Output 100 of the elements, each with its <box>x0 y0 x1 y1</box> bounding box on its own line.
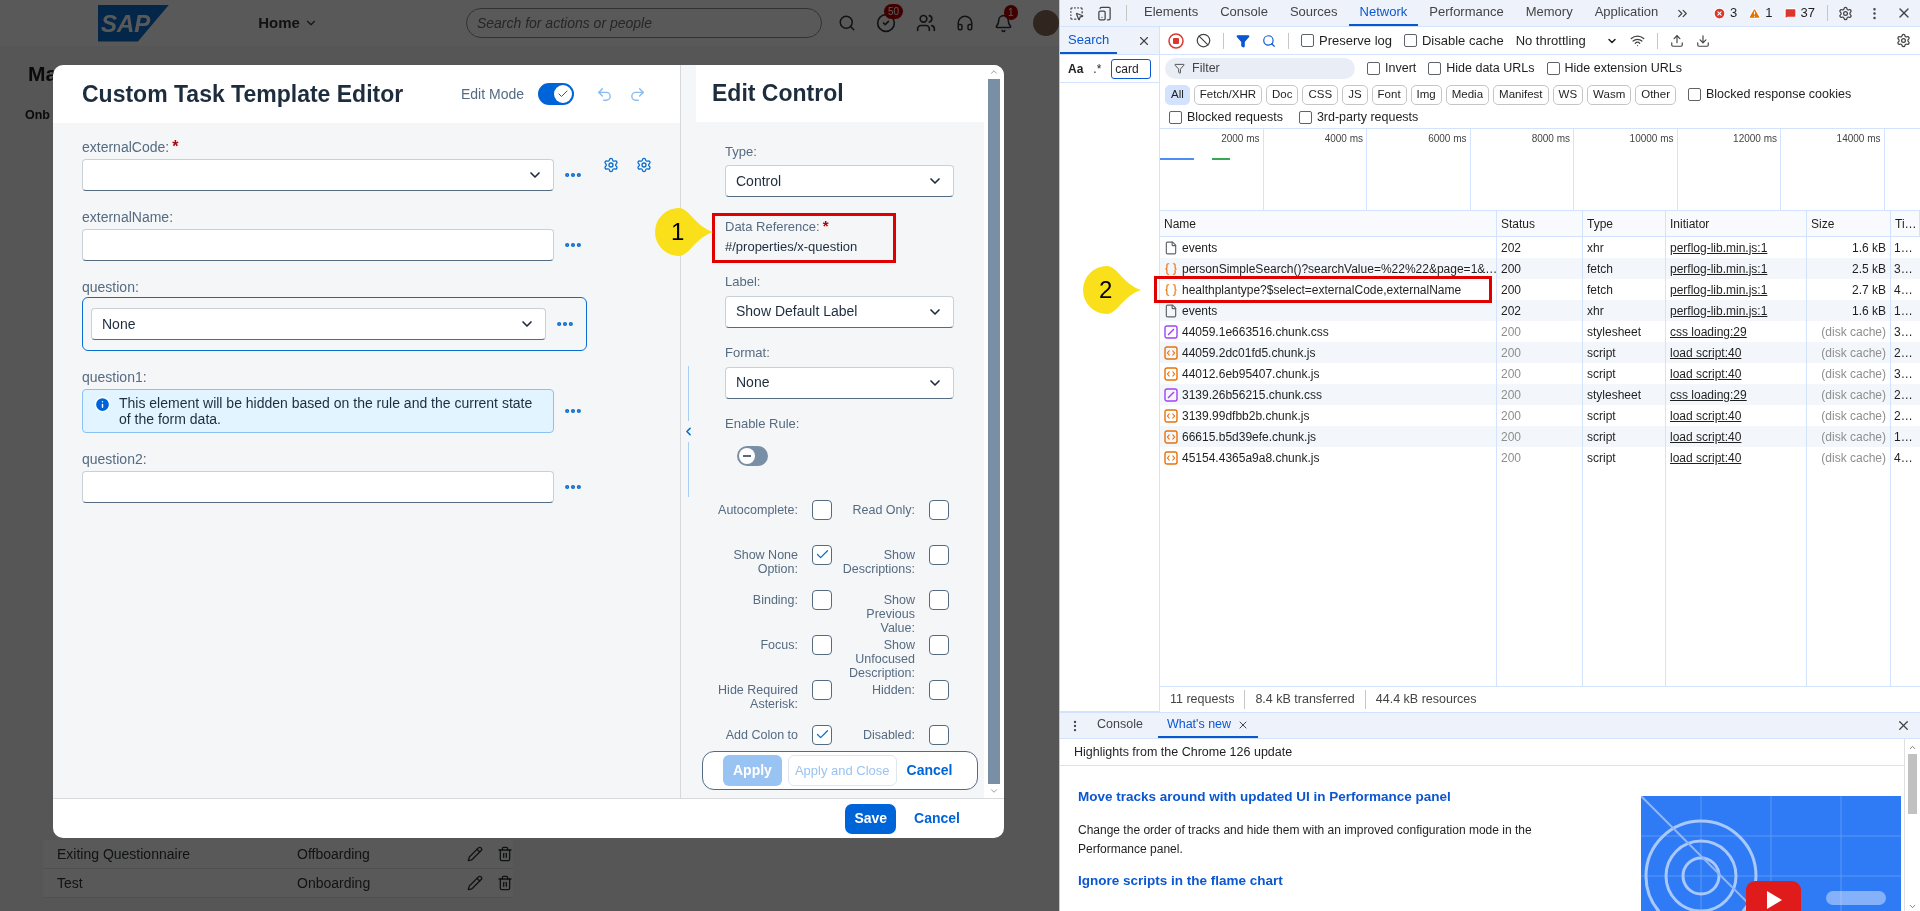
type-filter[interactable]: Doc <box>1266 84 1299 105</box>
column-header[interactable]: Ti… <box>1895 214 1917 233</box>
request-name[interactable]: 44059.1e663516.chunk.css <box>1182 322 1329 341</box>
panel-tab[interactable]: Network <box>1348 0 1419 26</box>
checkbox[interactable] <box>1404 34 1417 47</box>
checkbox[interactable] <box>929 499 949 520</box>
regex-toggle[interactable]: .* <box>1093 59 1102 78</box>
checkbox[interactable] <box>1169 111 1182 124</box>
initiator-link[interactable]: perflog-lib.min.js:1 <box>1670 238 1768 257</box>
request-name[interactable]: healthplantype?$select=externalCode,externalName <box>1182 280 1462 299</box>
close-icon[interactable] <box>1896 718 1911 733</box>
settings-icon[interactable] <box>1838 5 1853 21</box>
column-header[interactable]: Status <box>1501 214 1536 233</box>
request-name[interactable]: 44012.6eb95407.chunk.js <box>1182 364 1320 383</box>
scrollbar[interactable] <box>1904 739 1920 911</box>
drawer-tab[interactable]: Console <box>1088 713 1152 738</box>
checkbox[interactable] <box>812 679 832 700</box>
panel-tab[interactable]: Performance <box>1418 0 1515 26</box>
checkbox[interactable] <box>1546 62 1560 75</box>
filter-icon[interactable] <box>1236 33 1250 48</box>
checkbox[interactable] <box>929 634 949 655</box>
request-name[interactable]: events <box>1182 301 1218 320</box>
throttling-dropdown[interactable]: No throttling <box>1515 30 1618 51</box>
checkbox[interactable] <box>1688 88 1701 101</box>
error-icon[interactable] <box>1713 6 1727 20</box>
initiator-link[interactable]: load script:40 <box>1670 406 1742 425</box>
type-filter[interactable]: CSS <box>1302 84 1339 105</box>
input-field[interactable] <box>82 229 554 261</box>
scrollbar-thumb[interactable] <box>988 79 1000 784</box>
cancel-button[interactable]: Cancel <box>914 808 960 829</box>
request-name[interactable]: 66615.b5d39efe.chunk.js <box>1182 427 1317 446</box>
delete-icon[interactable] <box>497 846 513 862</box>
type-filter[interactable]: Img <box>1410 84 1442 105</box>
type-filter[interactable]: WS <box>1552 84 1584 105</box>
record-icon[interactable] <box>1168 32 1184 49</box>
export-icon[interactable] <box>1695 33 1710 48</box>
checkbox[interactable] <box>1428 62 1442 75</box>
initiator-link[interactable]: perflog-lib.min.js:1 <box>1670 259 1768 278</box>
checkbox[interactable] <box>812 544 832 565</box>
panel-tab[interactable]: Elements <box>1133 0 1210 26</box>
match-case-toggle[interactable]: Aa <box>1068 59 1084 78</box>
initiator-link[interactable]: load script:40 <box>1670 343 1742 362</box>
cancel-button[interactable]: Cancel <box>906 760 953 781</box>
headphones-icon[interactable] <box>956 14 974 32</box>
tasks-icon[interactable] <box>876 13 896 33</box>
type-filter[interactable]: Font <box>1371 84 1407 105</box>
clear-icon[interactable] <box>1196 33 1211 48</box>
article-link[interactable]: Ignore scripts in the flame chart <box>1078 871 1540 892</box>
panel-tab[interactable]: Sources <box>1278 0 1349 26</box>
search-input[interactable]: card <box>1111 58 1152 79</box>
request-name[interactable]: 44059.2dc01fd5.chunk.js <box>1182 343 1316 362</box>
type-filter[interactable]: Media <box>1445 84 1490 105</box>
scroll-down-icon[interactable] <box>1908 902 1917 911</box>
request-name[interactable]: 3139.99dfbb2b.chunk.js <box>1182 406 1310 425</box>
request-name[interactable]: personSimpleSearch()?searchValue=%22%22&page=1&… <box>1182 259 1498 278</box>
device-icon[interactable] <box>1097 5 1112 21</box>
edit-icon[interactable] <box>467 846 483 862</box>
request-name[interactable]: 3139.26b56215.chunk.css <box>1182 385 1323 404</box>
search-icon[interactable] <box>1262 33 1276 48</box>
search-icon[interactable] <box>838 14 856 32</box>
initiator-link[interactable]: css loading:29 <box>1670 322 1747 341</box>
edit-mode-switch[interactable] <box>538 83 574 105</box>
checkbox[interactable] <box>1367 62 1380 75</box>
checkbox[interactable] <box>812 589 832 610</box>
panel-tab[interactable]: Application <box>1583 0 1670 26</box>
type-filter[interactable]: Fetch/XHR <box>1193 84 1263 105</box>
initiator-link[interactable]: load script:40 <box>1670 448 1742 467</box>
initiator-link[interactable]: perflog-lib.min.js:1 <box>1670 301 1768 320</box>
type-filter[interactable]: JS <box>1342 84 1368 105</box>
settings-icon[interactable] <box>636 157 652 173</box>
column-header[interactable]: Initiator <box>1670 214 1710 233</box>
settings-icon[interactable] <box>1896 33 1911 48</box>
input-field[interactable] <box>82 471 554 503</box>
import-icon[interactable] <box>1669 33 1684 48</box>
issues-icon[interactable] <box>1783 6 1797 20</box>
select-field[interactable]: None <box>91 308 546 340</box>
panel-tab[interactable]: Console <box>1209 0 1279 26</box>
initiator-link[interactable]: load script:40 <box>1670 364 1742 383</box>
initiator-link[interactable]: css loading:29 <box>1670 385 1747 404</box>
article-link[interactable]: Move tracks around with updated UI in Performance panel <box>1078 787 1540 808</box>
checkbox[interactable] <box>1298 111 1312 124</box>
initiator-link[interactable]: load script:40 <box>1670 427 1742 446</box>
request-name[interactable]: 45154.4365a9a8.chunk.js <box>1182 448 1320 467</box>
inspect-icon[interactable] <box>1069 5 1084 21</box>
select-field[interactable] <box>82 159 554 191</box>
column-header[interactable]: Name <box>1164 214 1196 233</box>
save-button[interactable]: Save <box>845 803 897 834</box>
checkbox[interactable] <box>929 679 949 700</box>
select-field[interactable]: Control <box>725 165 954 197</box>
type-filter[interactable]: Other <box>1635 84 1676 105</box>
settings-icon[interactable] <box>603 157 619 173</box>
scroll-up-icon[interactable] <box>1908 743 1917 752</box>
request-name[interactable]: events <box>1182 238 1218 257</box>
drawer-tab[interactable]: What's new <box>1157 713 1259 738</box>
checkbox[interactable] <box>812 499 832 520</box>
column-header[interactable]: Type <box>1587 214 1613 233</box>
type-filter[interactable]: Manifest <box>1493 84 1549 105</box>
select-field[interactable]: None <box>725 366 954 399</box>
warning-icon[interactable] <box>1748 6 1762 20</box>
checkbox[interactable] <box>929 589 949 610</box>
